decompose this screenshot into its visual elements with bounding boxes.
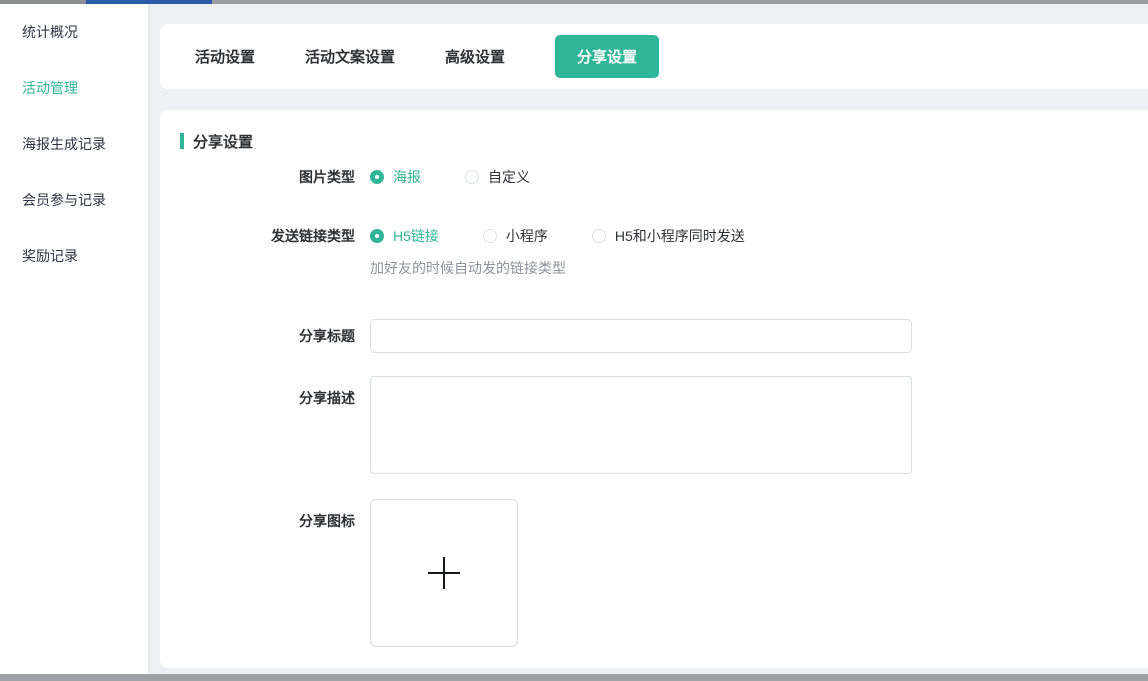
radio-h5-and-mini-program[interactable]: H5和小程序同时发送 xyxy=(592,226,745,246)
section-header: 分享设置 xyxy=(180,132,1148,150)
radio-unselected-icon xyxy=(465,170,479,184)
settings-tab-bar: 活动设置 活动文案设置 高级设置 分享设置 xyxy=(160,24,1148,89)
sidebar-item-reward-records[interactable]: 奖励记录 xyxy=(0,228,148,284)
image-type-label: 图片类型 xyxy=(180,167,355,187)
sidebar-item-stats-overview[interactable]: 统计概况 xyxy=(0,4,148,60)
link-type-row: 发送链接类型 H5链接 小程序 H5和小程序同时发送 xyxy=(180,226,1148,246)
share-desc-label: 分享描述 xyxy=(180,376,355,408)
browser-top-strip xyxy=(0,0,1148,4)
share-desc-textarea[interactable] xyxy=(370,376,912,474)
radio-h5-link-label: H5链接 xyxy=(393,226,439,246)
tab-advanced-settings[interactable]: 高级设置 xyxy=(445,46,505,67)
radio-h5-and-mini-program-label: H5和小程序同时发送 xyxy=(615,226,745,246)
share-title-row: 分享标题 xyxy=(180,319,1148,353)
radio-custom[interactable]: 自定义 xyxy=(465,167,530,187)
image-type-radio-group: 海报 自定义 xyxy=(370,167,574,187)
radio-mini-program[interactable]: 小程序 xyxy=(483,226,548,246)
plus-icon xyxy=(428,557,460,589)
radio-custom-label: 自定义 xyxy=(488,167,530,187)
radio-unselected-icon xyxy=(592,229,606,243)
share-title-label: 分享标题 xyxy=(180,326,355,346)
section-accent-bar xyxy=(180,133,184,149)
share-icon-row: 分享图标 xyxy=(180,499,1148,647)
browser-bottom-strip xyxy=(0,674,1148,681)
tab-share-settings[interactable]: 分享设置 xyxy=(555,35,659,78)
radio-selected-icon xyxy=(370,229,384,243)
sidebar: 统计概况 活动管理 海报生成记录 会员参与记录 奖励记录 xyxy=(0,4,148,674)
radio-poster[interactable]: 海报 xyxy=(370,167,421,187)
share-icon-label: 分享图标 xyxy=(180,499,355,531)
image-type-row: 图片类型 海报 自定义 xyxy=(180,167,1148,187)
link-type-hint: 加好友的时候自动发的链接类型 xyxy=(370,258,1148,278)
share-desc-row: 分享描述 xyxy=(180,376,1148,474)
share-icon-upload-button[interactable] xyxy=(370,499,518,647)
share-settings-panel: 分享设置 图片类型 海报 自定义 发送链接类型 H xyxy=(160,110,1148,668)
radio-poster-label: 海报 xyxy=(393,167,421,187)
share-title-input[interactable] xyxy=(370,319,912,353)
sidebar-item-poster-records[interactable]: 海报生成记录 xyxy=(0,116,148,172)
link-type-label: 发送链接类型 xyxy=(180,226,355,246)
sidebar-item-activity-management[interactable]: 活动管理 xyxy=(0,60,148,116)
tab-activity-copy-settings[interactable]: 活动文案设置 xyxy=(305,46,395,67)
radio-h5-link[interactable]: H5链接 xyxy=(370,226,439,246)
radio-mini-program-label: 小程序 xyxy=(506,226,548,246)
link-type-radio-group: H5链接 小程序 H5和小程序同时发送 xyxy=(370,226,789,246)
section-title: 分享设置 xyxy=(193,131,253,152)
sidebar-item-member-participation[interactable]: 会员参与记录 xyxy=(0,172,148,228)
radio-unselected-icon xyxy=(483,229,497,243)
share-settings-form: 图片类型 海报 自定义 发送链接类型 H5链接 xyxy=(180,167,1148,647)
radio-selected-icon xyxy=(370,170,384,184)
tab-activity-settings[interactable]: 活动设置 xyxy=(195,46,255,67)
